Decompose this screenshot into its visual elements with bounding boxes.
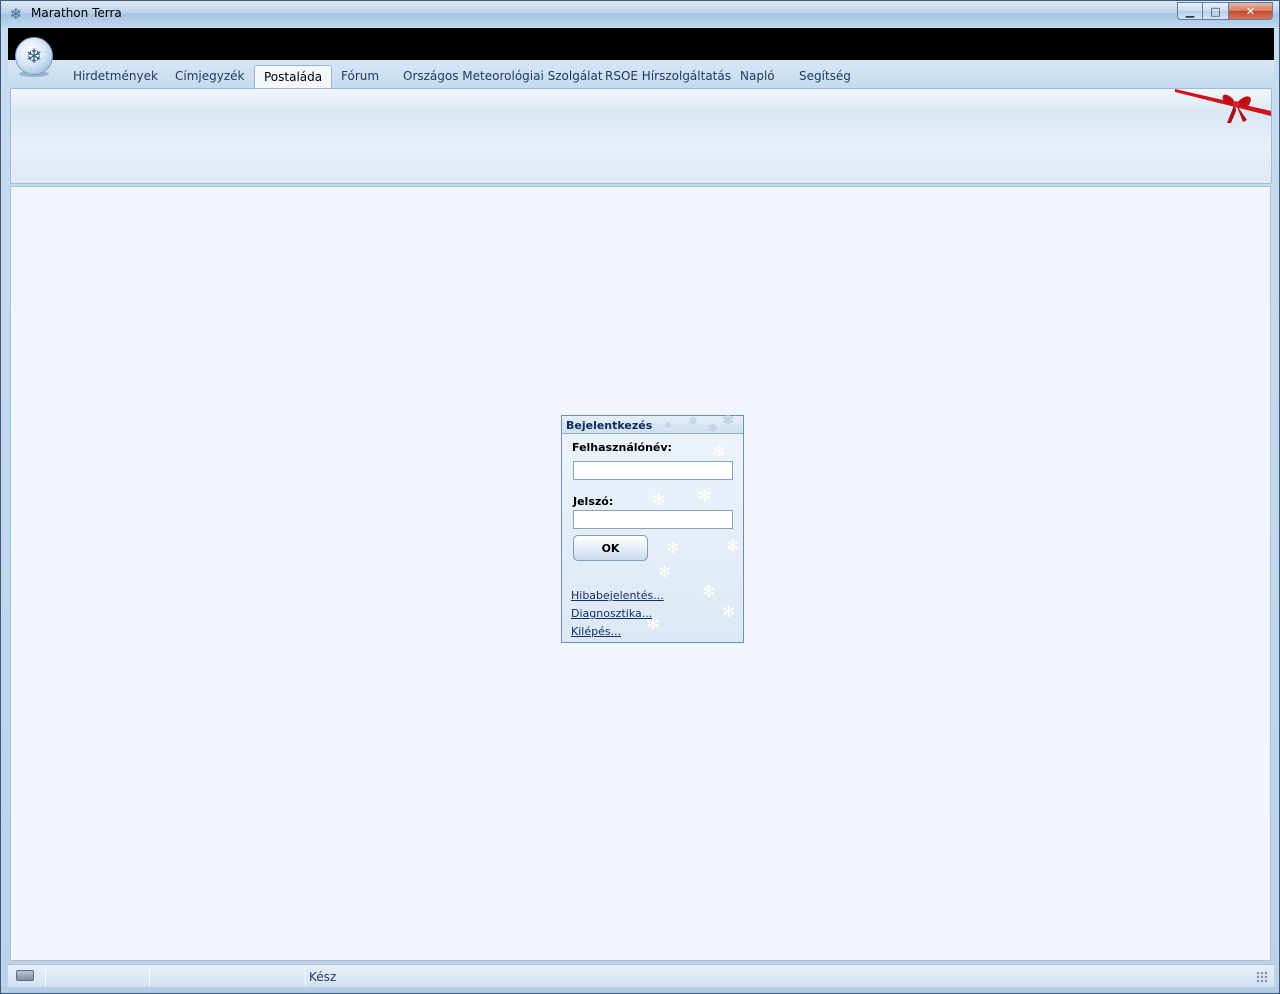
exit-link[interactable]: Kilépés... — [571, 625, 621, 638]
window-title: Marathon Terra — [31, 6, 122, 20]
snowflake-decoration: ✻ — [658, 562, 672, 581]
snowflake-decoration: ✻ — [712, 442, 726, 461]
snowflake-decoration: ✻ — [726, 536, 740, 555]
status-separator — [45, 967, 46, 986]
title-bar[interactable]: ❄ Marathon Terra ▁ □ ✕ — [1, 1, 1279, 27]
login-panel: ✻ ✻ ✻ ✻ ✻ ✻ ✻ ✻ ✻ Bejelentkezés ❄ ❄ ❄ ❄ … — [561, 411, 744, 643]
snowflake-decoration: ✻ — [722, 602, 736, 621]
window-bottom-edge — [1, 987, 1279, 993]
tab-naplo[interactable]: Napló — [731, 65, 784, 88]
login-title: Bejelentkezés — [566, 419, 653, 432]
ribbon-panel — [10, 88, 1272, 184]
snowflake-decoration: ✻ — [652, 490, 666, 509]
window-controls: ▁ □ ✕ — [1177, 2, 1273, 20]
snowflake-decoration: ❄ — [722, 411, 735, 429]
minimize-button[interactable]: ▁ — [1177, 2, 1203, 20]
username-label: Felhasználónév: — [572, 441, 672, 454]
header-bar — [8, 28, 1274, 60]
ok-button[interactable]: OK — [573, 535, 648, 561]
password-field[interactable] — [573, 510, 733, 529]
tab-omsz[interactable]: Országos Meteorológiai Szolgálat — [394, 65, 612, 88]
tab-rsoe[interactable]: RSOE Hírszolgáltatás — [596, 65, 740, 88]
tab-segitseg[interactable]: Segítség — [790, 65, 860, 88]
tab-forum[interactable]: Fórum — [332, 65, 388, 88]
snowflake-icon: ❄ — [25, 44, 43, 68]
status-bar: Kész — [8, 964, 1274, 987]
app-window: ❄ Marathon Terra ▁ □ ✕ Hirdetmények Címj… — [0, 0, 1280, 994]
snowflake-decoration: ❄ — [708, 421, 719, 435]
resize-grip-icon[interactable] — [1256, 971, 1268, 983]
login-header: Bejelentkezés ❄ ❄ ❄ ❄ — [562, 411, 743, 435]
status-separator — [149, 967, 150, 986]
app-menu-button[interactable]: ❄ — [15, 37, 53, 75]
tab-cimjegyzek[interactable]: Címjegyzék — [166, 65, 253, 88]
password-label: Jelszó: — [573, 495, 614, 508]
tab-bar: Hirdetmények Címjegyzék Postaláda Fórum … — [8, 60, 1274, 88]
maximize-button[interactable]: □ — [1203, 2, 1229, 20]
snowflake-decoration: ❄ — [688, 414, 699, 428]
red-bow-icon — [1175, 89, 1271, 123]
username-field[interactable] — [573, 461, 733, 480]
snowflake-icon: ❄ — [9, 5, 23, 23]
snowflake-decoration: ✻ — [666, 538, 680, 557]
keyboard-icon — [16, 970, 34, 981]
diagnostics-link[interactable]: Diagnosztika... — [571, 607, 652, 620]
close-button[interactable]: ✕ — [1229, 2, 1273, 20]
tab-postalada[interactable]: Postaláda — [254, 65, 333, 88]
snowflake-decoration: ✻ — [702, 582, 716, 601]
status-separator — [305, 967, 306, 986]
snowflake-decoration: ❄ — [664, 421, 672, 431]
report-bug-link[interactable]: Hibabejelentés... — [571, 589, 664, 602]
snowflake-decoration: ✻ — [698, 486, 712, 505]
tab-hirdetmenyek[interactable]: Hirdetmények — [64, 65, 167, 88]
status-text: Kész — [309, 970, 337, 984]
